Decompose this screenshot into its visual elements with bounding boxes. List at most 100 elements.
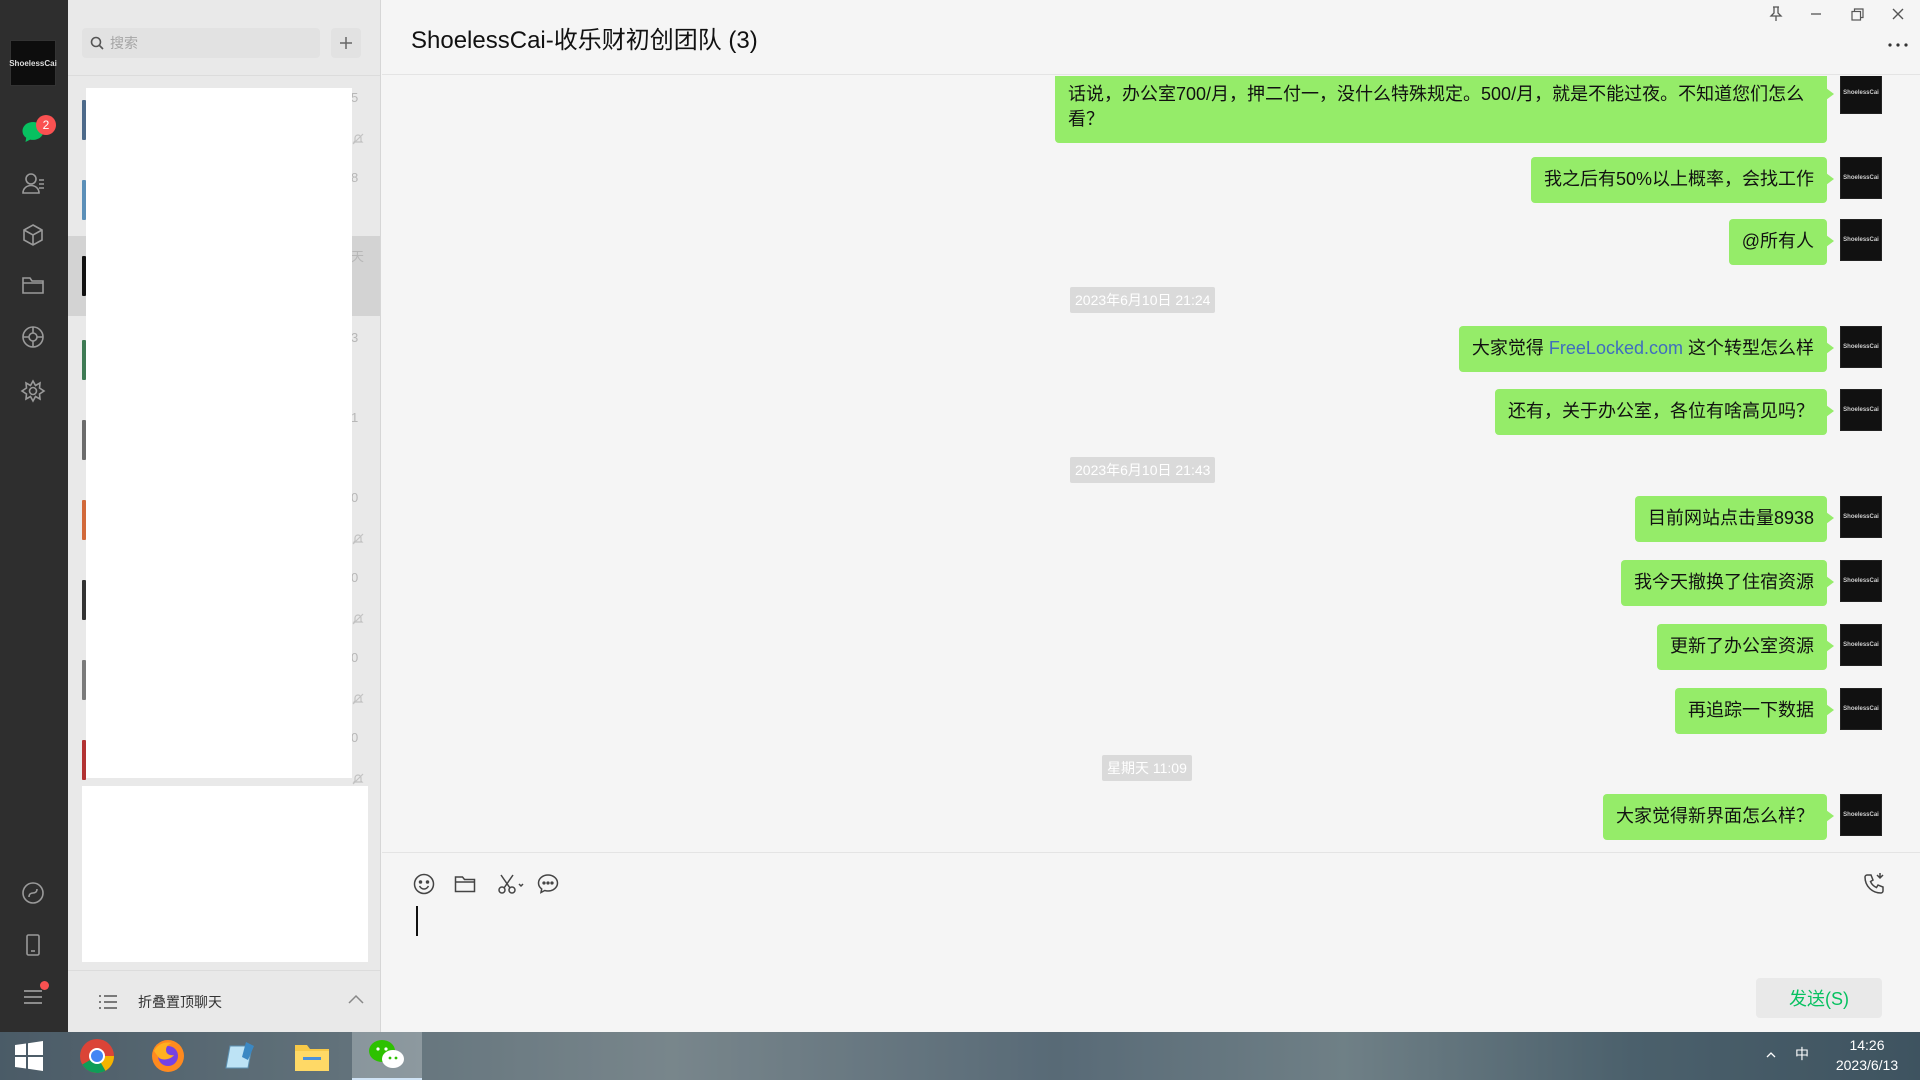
chat-list-panel: 5 8 天 3 1 0 0 0 0 折叠: [68, 0, 381, 1032]
message-bubble[interactable]: 我今天撤换了住宿资源: [1621, 560, 1834, 606]
chat-time: 0: [351, 490, 359, 505]
message-bubble[interactable]: 再追踪一下数据: [1675, 688, 1834, 734]
menu-notification-dot: [40, 981, 49, 990]
message-timestamp: 2023年6月10日 21:24: [1070, 287, 1216, 313]
start-button[interactable]: [8, 1040, 50, 1072]
sender-avatar[interactable]: ShoelessCai: [1840, 157, 1882, 199]
sender-avatar[interactable]: ShoelessCai: [1840, 794, 1882, 836]
tray-overflow-chevron-icon[interactable]: [1766, 1046, 1776, 1062]
message-bubble[interactable]: 目前网站点击量8938: [1634, 496, 1835, 542]
mute-icon: [352, 532, 364, 550]
side-nav: ShoelessCai 2: [0, 0, 68, 1032]
message-input-area: 发送(S): [382, 852, 1920, 1032]
sender-avatar[interactable]: ShoelessCai: [1840, 76, 1882, 114]
more-options-button[interactable]: [1884, 34, 1912, 56]
chat-history-button[interactable]: [535, 871, 561, 897]
message-list: 话说，办公室700/月，押二付一，没什么特殊规定。500/月，就是不能过夜。不知…: [382, 76, 1920, 852]
mute-icon: [352, 612, 364, 630]
close-button[interactable]: [1884, 2, 1912, 26]
fold-pinned-chats-bar[interactable]: 折叠置顶聊天: [68, 970, 380, 1032]
chat-title: ShoelessCai-收乐财初创团队 (3): [411, 27, 758, 54]
folder-icon[interactable]: [18, 270, 48, 300]
list-divider: [68, 75, 380, 76]
cube-icon[interactable]: [18, 220, 48, 250]
message-link[interactable]: FreeLocked.com: [1549, 338, 1683, 358]
notepad-taskbar-item[interactable]: [207, 1032, 277, 1080]
channels-icon[interactable]: [18, 878, 48, 908]
message-text: 这个转型怎么样: [1682, 338, 1814, 358]
chat-window: ShoelessCai-收乐财初创团队 (3) 话说，办公室700/月，押二付一…: [382, 0, 1920, 1032]
sender-avatar[interactable]: ShoelessCai: [1840, 560, 1882, 602]
system-clock[interactable]: 14:26 2023/6/13: [1822, 1035, 1912, 1075]
sender-avatar[interactable]: ShoelessCai: [1840, 389, 1882, 431]
message-input[interactable]: [412, 901, 1892, 991]
wechat-taskbar-item[interactable]: [352, 1032, 422, 1080]
sender-avatar[interactable]: ShoelessCai: [1840, 624, 1882, 666]
phone-call-icon: [1864, 873, 1884, 894]
chrome-icon: [80, 1039, 114, 1073]
chat-time: 5: [351, 90, 359, 105]
ime-indicator[interactable]: 中: [1795, 1044, 1809, 1064]
pin-icon: [1769, 6, 1783, 21]
chat-header: ShoelessCai-收乐财初创团队 (3): [382, 0, 1920, 75]
send-button[interactable]: 发送(S): [1756, 978, 1882, 1018]
wechat-icon: [369, 1040, 404, 1068]
message-timestamp: 星期天 11:09: [1102, 755, 1192, 781]
file-explorer-icon: [295, 1045, 329, 1071]
chrome-taskbar-item[interactable]: [62, 1032, 132, 1080]
search-input[interactable]: [110, 35, 300, 51]
message-text: 大家觉得: [1471, 338, 1549, 358]
user-avatar[interactable]: ShoelessCai: [9, 40, 57, 86]
scissors-icon: [498, 874, 524, 894]
chat-time: 0: [351, 650, 359, 665]
voice-call-button[interactable]: [1861, 871, 1887, 897]
list-icon: [96, 990, 120, 1014]
firefox-taskbar-item[interactable]: [133, 1032, 203, 1080]
restore-button[interactable]: [1843, 2, 1871, 26]
clock-time: 14:26: [1849, 1037, 1885, 1053]
search-box[interactable]: [82, 28, 320, 58]
contacts-icon[interactable]: [18, 168, 48, 198]
search-icon: [90, 36, 104, 50]
chat-time: 天: [351, 249, 365, 264]
chevron-up-icon[interactable]: [348, 991, 364, 1009]
plus-icon: [340, 37, 352, 49]
message-bubble[interactable]: @所有人: [1728, 219, 1835, 265]
sender-avatar[interactable]: ShoelessCai: [1840, 688, 1882, 730]
chat-time: 3: [351, 330, 359, 345]
firefox-icon: [152, 1040, 184, 1072]
chat-time: 0: [351, 730, 359, 745]
send-file-button[interactable]: [452, 871, 478, 897]
close-icon: [1892, 8, 1904, 20]
chat-time: 0: [351, 570, 359, 585]
chat-bubble-icon: [537, 874, 559, 894]
emoji-button[interactable]: [411, 871, 437, 897]
minimize-button[interactable]: [1802, 2, 1830, 26]
chat-time: 8: [351, 170, 359, 185]
moments-icon[interactable]: [18, 322, 48, 352]
taskbar: 中 14:26 2023/6/13: [0, 1032, 1920, 1080]
message-timestamp: 2023年6月10日 21:43: [1070, 457, 1216, 483]
mini-program-icon[interactable]: [18, 376, 48, 406]
sender-avatar[interactable]: ShoelessCai: [1840, 219, 1882, 261]
message-bubble[interactable]: 话说，办公室700/月，押二付一，没什么特殊规定。500/月，就是不能过夜。不知…: [1055, 76, 1834, 143]
pin-window-button[interactable]: [1762, 2, 1790, 26]
mute-icon: [352, 692, 364, 710]
emoji-icon: [413, 873, 435, 895]
redaction-overlay: [82, 786, 368, 962]
message-bubble[interactable]: 大家觉得 FreeLocked.com 这个转型怎么样: [1458, 326, 1835, 372]
windows-icon: [15, 1041, 43, 1071]
screenshot-button[interactable]: [494, 871, 528, 897]
message-bubble[interactable]: 更新了办公室资源: [1657, 624, 1834, 670]
add-chat-button[interactable]: [331, 28, 361, 58]
phone-icon[interactable]: [18, 930, 48, 960]
restore-icon: [1850, 7, 1864, 21]
message-bubble[interactable]: 我之后有50%以上概率，会找工作: [1530, 157, 1835, 203]
message-bubble[interactable]: 大家觉得新界面怎么样？: [1603, 794, 1834, 840]
sender-avatar[interactable]: ShoelessCai: [1840, 496, 1882, 538]
sender-avatar[interactable]: ShoelessCai: [1840, 326, 1882, 368]
message-bubble[interactable]: 还有，关于办公室，各位有啥高见吗？: [1495, 389, 1834, 435]
more-icon: [1888, 43, 1908, 47]
file-explorer-taskbar-item[interactable]: [277, 1032, 347, 1080]
clock-date: 2023/6/13: [1835, 1057, 1899, 1073]
